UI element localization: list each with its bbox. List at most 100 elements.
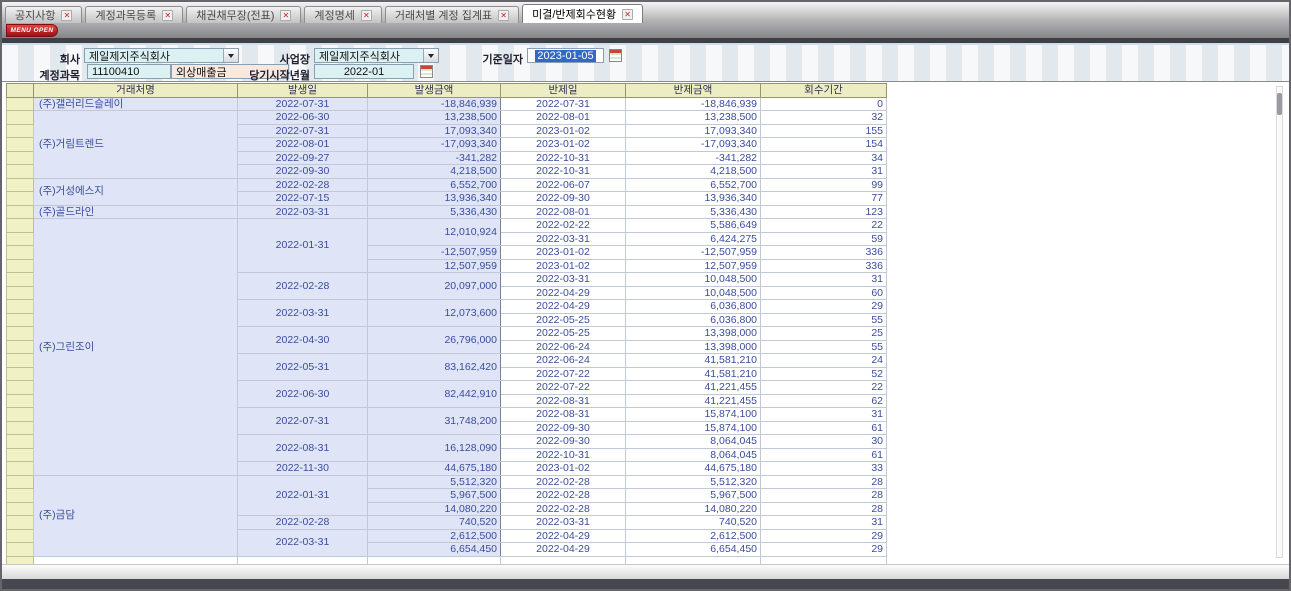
column-header[interactable]: 발생일 bbox=[238, 84, 368, 98]
row-header-cell[interactable] bbox=[7, 286, 34, 300]
settlement-amount-cell[interactable]: 44,675,180 bbox=[626, 462, 761, 476]
occurrence-date-cell[interactable]: 2022-08-31 bbox=[238, 435, 368, 462]
customer-name-cell[interactable]: (주)그린조이 bbox=[34, 219, 238, 476]
occurrence-amount-cell[interactable]: 16,128,090 bbox=[368, 435, 501, 462]
row-header-cell[interactable] bbox=[7, 354, 34, 368]
settlement-amount-cell[interactable]: 10,048,500 bbox=[626, 273, 761, 287]
collection-days-cell[interactable]: 0 bbox=[761, 97, 887, 111]
row-header-cell[interactable] bbox=[7, 408, 34, 422]
chevron-down-icon[interactable] bbox=[423, 49, 438, 62]
collection-days-cell[interactable]: 29 bbox=[761, 543, 887, 557]
occurrence-date-cell[interactable]: 2022-02-28 bbox=[238, 516, 368, 530]
collection-days-cell[interactable]: 31 bbox=[761, 408, 887, 422]
occurrence-date-cell[interactable]: 2022-09-30 bbox=[238, 165, 368, 179]
settlement-date-cell[interactable]: 2022-08-01 bbox=[501, 205, 626, 219]
tab-4[interactable]: 거래처별 계정 집계표✕ bbox=[385, 6, 519, 23]
base-date-input[interactable]: 2023-01-05 bbox=[527, 48, 604, 63]
column-header[interactable]: 반제일 bbox=[501, 84, 626, 98]
empty-cell[interactable] bbox=[626, 556, 761, 564]
row-header-cell[interactable] bbox=[7, 367, 34, 381]
settlement-amount-cell[interactable]: 17,093,340 bbox=[626, 124, 761, 138]
settlement-amount-cell[interactable]: 5,967,500 bbox=[626, 489, 761, 503]
occurrence-date-cell[interactable]: 2022-07-15 bbox=[238, 192, 368, 206]
row-header-cell[interactable] bbox=[7, 97, 34, 111]
collection-days-cell[interactable]: 29 bbox=[761, 300, 887, 314]
settlement-date-cell[interactable]: 2022-02-28 bbox=[501, 489, 626, 503]
settlement-amount-cell[interactable]: -12,507,959 bbox=[626, 246, 761, 260]
row-header-cell[interactable] bbox=[7, 327, 34, 341]
row-header-cell[interactable] bbox=[7, 246, 34, 260]
settlement-date-cell[interactable]: 2022-07-22 bbox=[501, 367, 626, 381]
occurrence-date-cell[interactable]: 2022-03-31 bbox=[238, 300, 368, 327]
empty-cell[interactable] bbox=[501, 556, 626, 564]
occurrence-date-cell[interactable]: 2022-09-27 bbox=[238, 151, 368, 165]
collection-days-cell[interactable]: 34 bbox=[761, 151, 887, 165]
close-icon[interactable]: ✕ bbox=[280, 10, 291, 21]
collection-days-cell[interactable]: 22 bbox=[761, 381, 887, 395]
occurrence-amount-cell[interactable]: 83,162,420 bbox=[368, 354, 501, 381]
collection-days-cell[interactable]: 30 bbox=[761, 435, 887, 449]
column-header[interactable]: 거래처명 bbox=[34, 84, 238, 98]
settlement-amount-cell[interactable]: 14,080,220 bbox=[626, 502, 761, 516]
row-header-cell[interactable] bbox=[7, 138, 34, 152]
settlement-amount-cell[interactable]: 6,424,275 bbox=[626, 232, 761, 246]
settlement-amount-cell[interactable]: -17,093,340 bbox=[626, 138, 761, 152]
settlement-date-cell[interactable]: 2022-02-28 bbox=[501, 475, 626, 489]
settlement-date-cell[interactable]: 2023-01-02 bbox=[501, 138, 626, 152]
calendar-icon[interactable] bbox=[609, 49, 622, 62]
settlement-amount-cell[interactable]: 41,221,455 bbox=[626, 381, 761, 395]
occurrence-amount-cell[interactable]: 4,218,500 bbox=[368, 165, 501, 179]
row-header-cell[interactable] bbox=[7, 556, 34, 564]
settlement-amount-cell[interactable]: 6,654,450 bbox=[626, 543, 761, 557]
settlement-amount-cell[interactable]: 13,398,000 bbox=[626, 340, 761, 354]
occurrence-date-cell[interactable]: 2022-08-01 bbox=[238, 138, 368, 152]
collection-days-cell[interactable]: 55 bbox=[761, 313, 887, 327]
settlement-date-cell[interactable]: 2022-06-24 bbox=[501, 354, 626, 368]
row-header-cell[interactable] bbox=[7, 475, 34, 489]
collection-days-cell[interactable]: 155 bbox=[761, 124, 887, 138]
collection-days-cell[interactable]: 28 bbox=[761, 489, 887, 503]
settlement-date-cell[interactable]: 2022-03-31 bbox=[501, 232, 626, 246]
occurrence-amount-cell[interactable]: 26,796,000 bbox=[368, 327, 501, 354]
settlement-date-cell[interactable]: 2022-03-31 bbox=[501, 273, 626, 287]
settlement-amount-cell[interactable]: 8,064,045 bbox=[626, 435, 761, 449]
settlement-amount-cell[interactable]: 12,507,959 bbox=[626, 259, 761, 273]
collection-days-cell[interactable]: 99 bbox=[761, 178, 887, 192]
occurrence-amount-cell[interactable]: 12,010,924 bbox=[368, 219, 501, 246]
settlement-amount-cell[interactable]: 5,336,430 bbox=[626, 205, 761, 219]
settlement-date-cell[interactable]: 2022-09-30 bbox=[501, 435, 626, 449]
column-header[interactable]: 발생금액 bbox=[368, 84, 501, 98]
settlement-date-cell[interactable]: 2022-04-29 bbox=[501, 300, 626, 314]
row-header-cell[interactable] bbox=[7, 313, 34, 327]
row-header-cell[interactable] bbox=[7, 448, 34, 462]
occurrence-amount-cell[interactable]: 13,238,500 bbox=[368, 111, 501, 125]
empty-cell[interactable] bbox=[761, 556, 887, 564]
occurrence-date-cell[interactable]: 2022-03-31 bbox=[238, 205, 368, 219]
occurrence-date-cell[interactable]: 2022-07-31 bbox=[238, 124, 368, 138]
occurrence-date-cell[interactable]: 2022-02-28 bbox=[238, 273, 368, 300]
settlement-date-cell[interactable]: 2022-08-01 bbox=[501, 111, 626, 125]
row-header-cell[interactable] bbox=[7, 435, 34, 449]
occurrence-amount-cell[interactable]: 2,612,500 bbox=[368, 529, 501, 543]
occurrence-date-cell[interactable]: 2022-06-30 bbox=[238, 381, 368, 408]
occurrence-amount-cell[interactable]: 740,520 bbox=[368, 516, 501, 530]
collection-days-cell[interactable]: 33 bbox=[761, 462, 887, 476]
occurrence-amount-cell[interactable]: -18,846,939 bbox=[368, 97, 501, 111]
row-header-cell[interactable] bbox=[7, 502, 34, 516]
row-header-cell[interactable] bbox=[7, 151, 34, 165]
settlement-date-cell[interactable]: 2022-02-28 bbox=[501, 502, 626, 516]
settlement-amount-cell[interactable]: 8,064,045 bbox=[626, 448, 761, 462]
vertical-scrollbar-thumb[interactable] bbox=[1277, 93, 1282, 115]
settlement-date-cell[interactable]: 2022-05-25 bbox=[501, 313, 626, 327]
occurrence-date-cell[interactable]: 2022-03-31 bbox=[238, 529, 368, 556]
row-header-cell[interactable] bbox=[7, 381, 34, 395]
collection-days-cell[interactable]: 154 bbox=[761, 138, 887, 152]
collection-days-cell[interactable]: 32 bbox=[761, 111, 887, 125]
settlement-amount-cell[interactable]: 41,221,455 bbox=[626, 394, 761, 408]
occurrence-date-cell[interactable]: 2022-05-31 bbox=[238, 354, 368, 381]
occurrence-amount-cell[interactable]: 12,507,959 bbox=[368, 259, 501, 273]
settlement-date-cell[interactable]: 2022-05-25 bbox=[501, 327, 626, 341]
customer-name-cell[interactable]: (주)골드라인 bbox=[34, 205, 238, 219]
collection-days-cell[interactable]: 31 bbox=[761, 516, 887, 530]
settlement-date-cell[interactable]: 2022-04-29 bbox=[501, 286, 626, 300]
